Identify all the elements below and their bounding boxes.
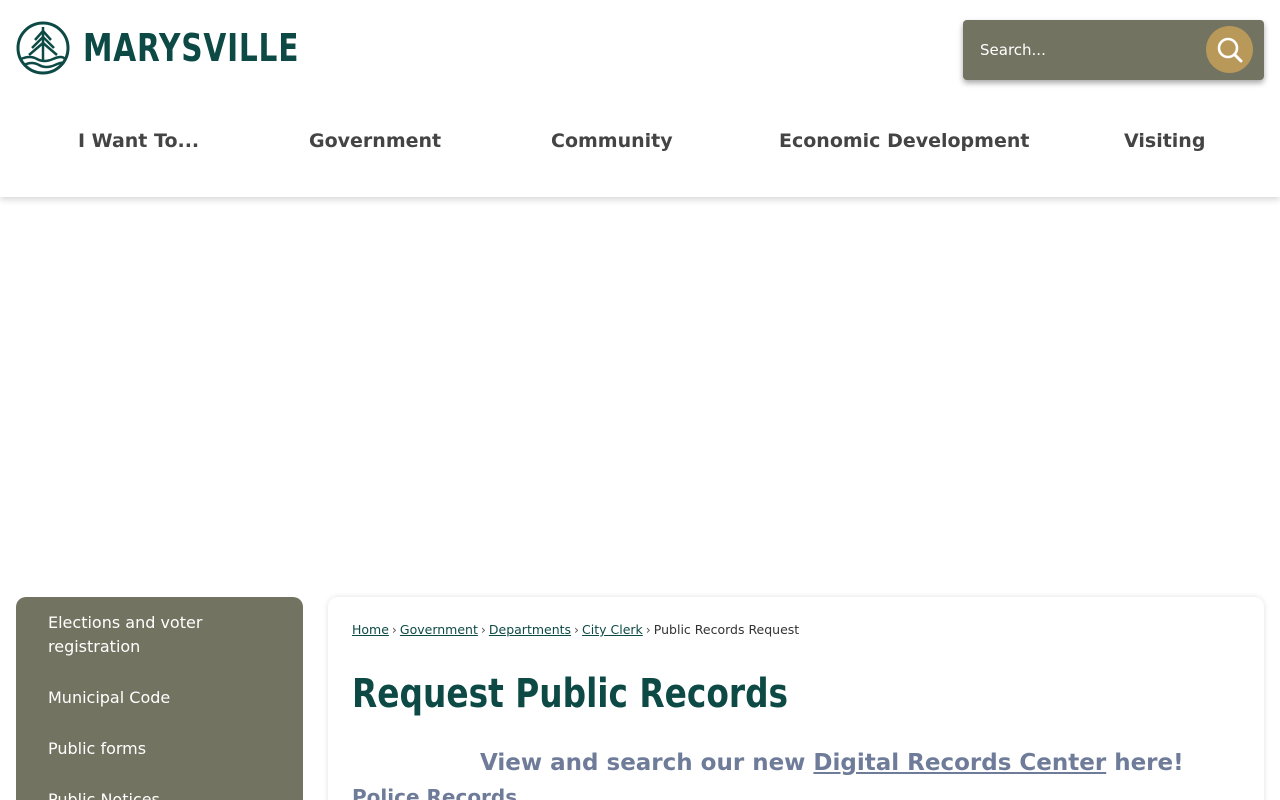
breadcrumb-government[interactable]: Government	[400, 622, 478, 637]
digital-records-promo: View and search our new Digital Records …	[480, 750, 1184, 776]
search-input[interactable]	[980, 34, 1200, 66]
search-icon	[1217, 37, 1242, 62]
sidebar-item-elections[interactable]: Elections and voter registration	[48, 611, 283, 659]
breadcrumb-city-clerk[interactable]: City Clerk	[582, 622, 643, 637]
search-button[interactable]	[1206, 26, 1253, 73]
nav-item-i-want-to[interactable]: I Want To...	[78, 130, 199, 152]
promo-prefix: View and search our new	[480, 750, 814, 776]
search-box	[963, 20, 1264, 80]
sidebar-item-public-notices[interactable]: Public Notices	[48, 788, 283, 800]
breadcrumb-separator: ›	[645, 622, 651, 637]
sidebar: Elections and voter registration Municip…	[16, 597, 303, 800]
nav-item-government[interactable]: Government	[309, 130, 441, 152]
breadcrumb: Home › Government › Departments › City Clerk › P…	[352, 622, 1240, 637]
nav-item-economic-development[interactable]: Economic Development	[779, 130, 1029, 152]
breadcrumb-separator: ›	[391, 622, 397, 637]
breadcrumb-current: Public Records Request	[653, 622, 800, 637]
nav-item-community[interactable]: Community	[551, 130, 673, 152]
site-header: MARYSVILLE I Want To... Government Commu…	[0, 0, 1280, 197]
breadcrumb-home[interactable]: Home	[352, 622, 389, 637]
sidebar-item-public-forms[interactable]: Public forms	[48, 737, 283, 761]
nav-item-visiting[interactable]: Visiting	[1124, 130, 1205, 152]
site-name: MARYSVILLE	[83, 26, 300, 70]
evergreen-tree-wave-icon	[16, 21, 70, 75]
breadcrumb-separator: ›	[574, 622, 580, 637]
police-records-link[interactable]: Police Records	[352, 785, 517, 800]
main-nav: I Want To... Government Community Econom…	[0, 130, 1280, 174]
breadcrumb-separator: ›	[480, 622, 486, 637]
site-logo[interactable]: MARYSVILLE	[16, 21, 360, 75]
digital-records-center-link[interactable]: Digital Records Center	[813, 750, 1106, 776]
sidebar-item-municipal-code[interactable]: Municipal Code	[48, 686, 283, 710]
breadcrumb-departments[interactable]: Departments	[489, 622, 571, 637]
page-title: Request Public Records	[352, 671, 789, 717]
promo-suffix: here!	[1106, 750, 1184, 776]
main-content: Home › Government › Departments › City Clerk › P…	[328, 597, 1264, 800]
